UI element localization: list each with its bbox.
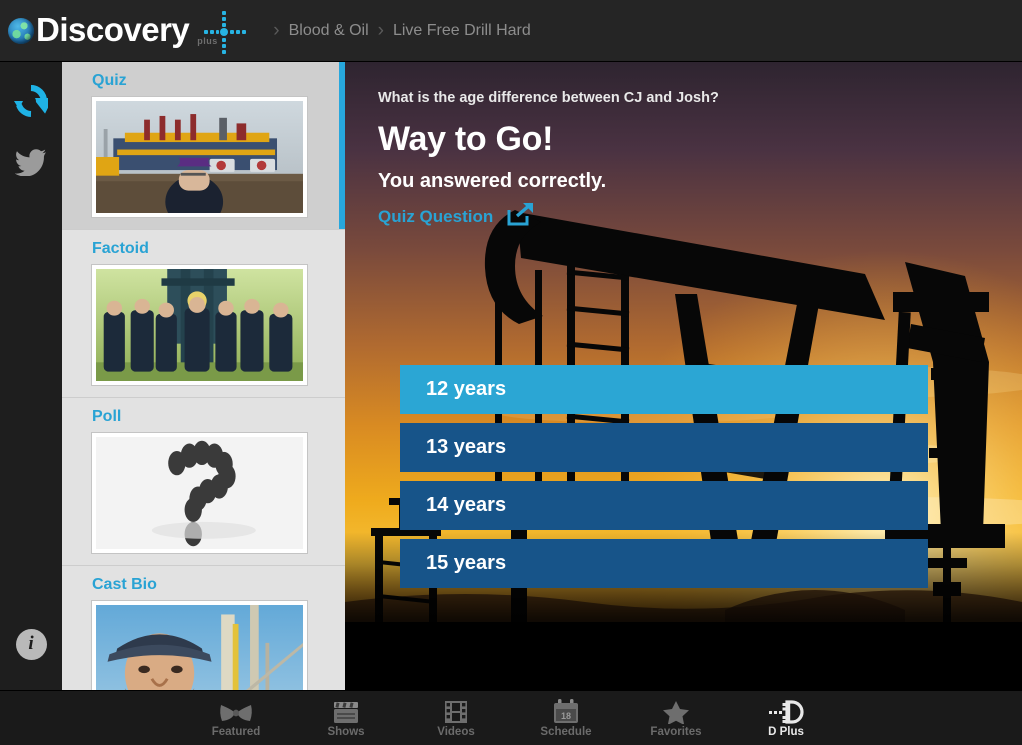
question-mark-barrels-photo bbox=[96, 437, 303, 549]
d-plus-icon bbox=[767, 699, 805, 724]
tab-d-plus[interactable]: D Plus bbox=[731, 691, 841, 745]
tab-favorites[interactable]: Favorites bbox=[621, 691, 731, 745]
tab-schedule[interactable]: 18 Schedule bbox=[511, 691, 621, 745]
interactive-items-list[interactable]: Quiz bbox=[62, 62, 345, 690]
list-item[interactable]: Factoid bbox=[62, 230, 345, 398]
quiz-result-block: What is the age difference between CJ an… bbox=[378, 90, 938, 231]
quiz-answer-option[interactable]: 14 years bbox=[400, 481, 928, 530]
list-item-thumbnail[interactable] bbox=[92, 97, 307, 217]
tab-featured[interactable]: Featured bbox=[181, 691, 291, 745]
list-item-label: Quiz bbox=[92, 72, 345, 90]
tab-label: Featured bbox=[212, 726, 261, 738]
list-item-thumbnail[interactable] bbox=[92, 265, 307, 385]
bottom-tab-bar: Featured Shows bbox=[0, 690, 1022, 745]
quiz-stage: What is the age difference between CJ an… bbox=[345, 62, 1022, 690]
quiz-answers-list[interactable]: 12 years 13 years 14 years 15 years bbox=[400, 365, 928, 597]
left-rail: i bbox=[0, 62, 62, 690]
quiz-answer-option[interactable]: 15 years bbox=[400, 539, 928, 588]
app-root: Discovery plus › Blood & Oil bbox=[0, 0, 1022, 745]
info-icon: i bbox=[16, 629, 47, 660]
app-header: Discovery plus › Blood & Oil bbox=[0, 0, 1022, 62]
star-icon bbox=[662, 699, 690, 724]
breadcrumb: › Blood & Oil › Live Free Drill Hard bbox=[273, 20, 531, 42]
tab-label: D Plus bbox=[768, 726, 804, 738]
refresh-button[interactable] bbox=[0, 72, 62, 134]
breadcrumb-separator: › bbox=[273, 20, 279, 42]
sync-refresh-icon bbox=[14, 84, 48, 123]
cast-member-portrait-photo bbox=[96, 605, 303, 690]
clapperboard-icon bbox=[332, 699, 360, 724]
breadcrumb-separator: › bbox=[378, 20, 384, 42]
list-item-label: Poll bbox=[92, 408, 345, 426]
cast-group-photo bbox=[96, 269, 303, 381]
discovery-plus-logo[interactable]: Discovery plus bbox=[0, 0, 257, 62]
list-item[interactable]: Poll bbox=[62, 398, 345, 566]
drilling-rig-worker-photo bbox=[96, 101, 303, 213]
list-item-label: Factoid bbox=[92, 240, 345, 258]
info-button[interactable]: i bbox=[0, 620, 62, 668]
list-item-thumbnail[interactable] bbox=[92, 433, 307, 553]
list-item-label: Cast Bio bbox=[92, 576, 345, 594]
calendar-day-number: 18 bbox=[561, 711, 571, 721]
tab-label: Schedule bbox=[540, 726, 591, 738]
brand-wordmark: Discovery bbox=[36, 13, 189, 46]
calendar-icon: 18 bbox=[552, 699, 580, 724]
breadcrumb-item-show[interactable]: Blood & Oil bbox=[289, 22, 369, 40]
bowtie-featured-icon bbox=[219, 699, 253, 724]
quiz-question-link-row: Quiz Question bbox=[378, 202, 938, 231]
list-item-thumbnail[interactable] bbox=[92, 601, 307, 690]
brand-plus-label: plus bbox=[197, 36, 218, 46]
globe-icon bbox=[8, 18, 34, 44]
twitter-bird-icon bbox=[15, 149, 47, 181]
tab-label: Favorites bbox=[650, 726, 701, 738]
twitter-button[interactable] bbox=[0, 134, 62, 196]
quiz-result-subhead: You answered correctly. bbox=[378, 170, 938, 193]
quiz-result-headline: Way to Go! bbox=[378, 120, 938, 159]
quiz-question-text: What is the age difference between CJ an… bbox=[378, 90, 938, 106]
tab-label: Shows bbox=[327, 726, 364, 738]
tab-label: Videos bbox=[437, 726, 475, 738]
list-item[interactable]: Cast Bio bbox=[62, 566, 345, 690]
quiz-answer-option[interactable]: 12 years bbox=[400, 365, 928, 414]
plus-dots-icon: plus bbox=[191, 9, 257, 53]
breadcrumb-item-episode[interactable]: Live Free Drill Hard bbox=[393, 22, 531, 40]
quiz-question-link[interactable]: Quiz Question bbox=[378, 207, 493, 227]
list-item[interactable]: Quiz bbox=[62, 62, 345, 230]
film-strip-icon bbox=[443, 699, 469, 724]
tab-shows[interactable]: Shows bbox=[291, 691, 401, 745]
tab-videos[interactable]: Videos bbox=[401, 691, 511, 745]
quiz-answer-option[interactable]: 13 years bbox=[400, 423, 928, 472]
share-icon[interactable] bbox=[507, 202, 535, 231]
